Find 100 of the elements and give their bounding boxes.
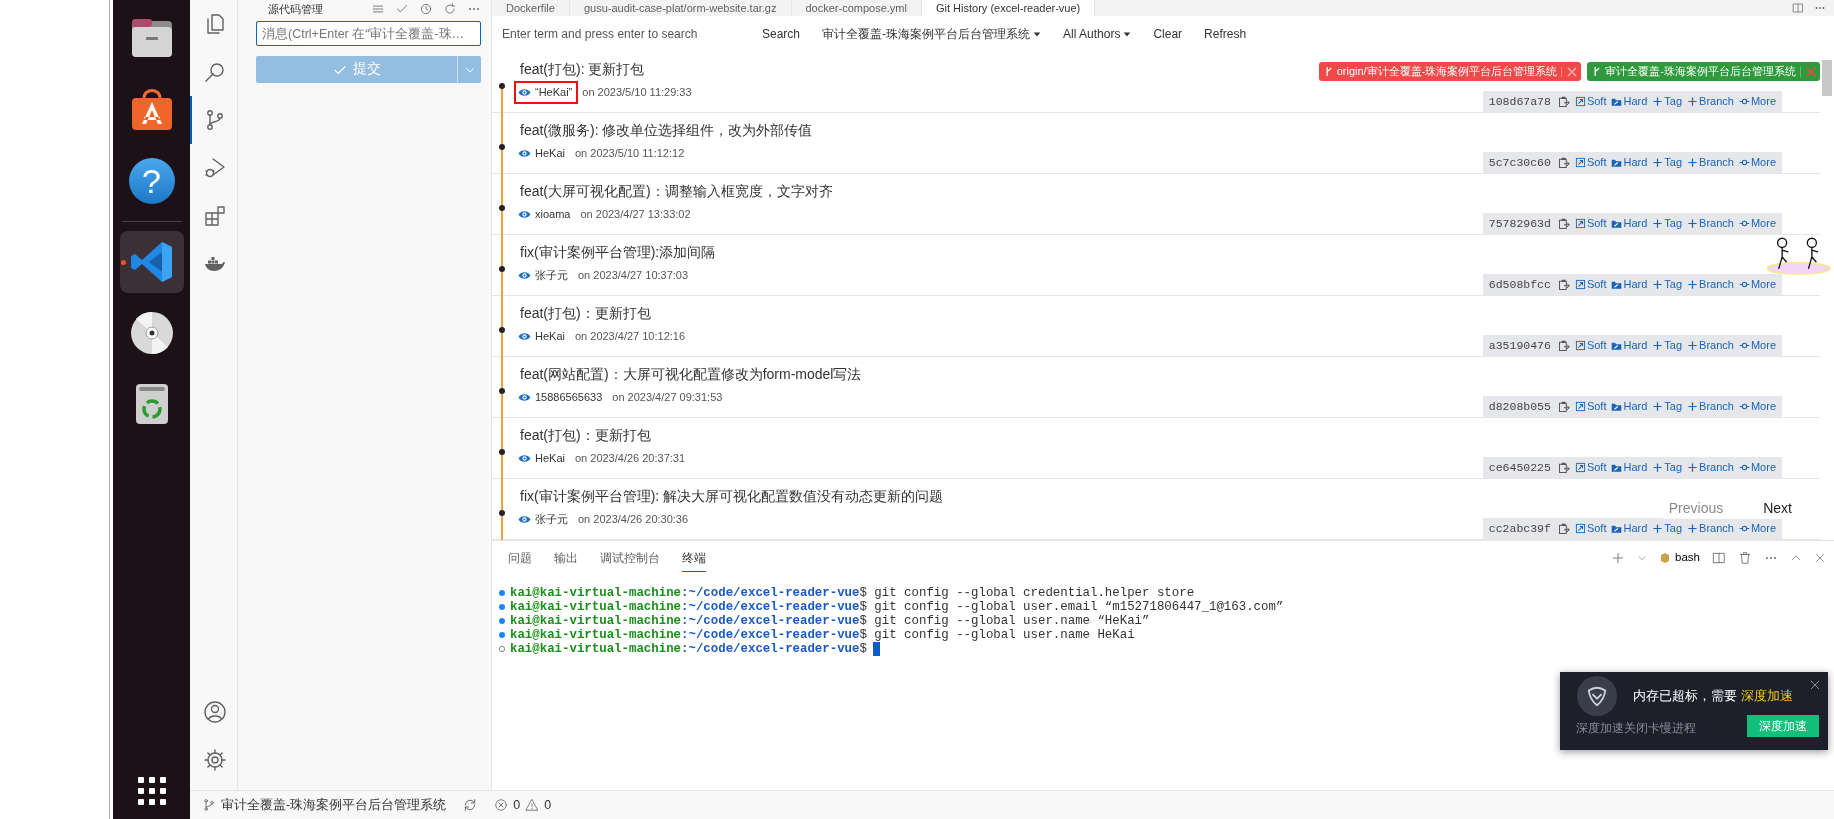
branch-icon	[202, 798, 216, 812]
terminal-line: kai@kai-virtual-machine:~/code/excel-reader-vue$ git config --global credential.helper store	[510, 586, 1195, 600]
action-link[interactable]: More	[1738, 337, 1776, 354]
action-link[interactable]: Tag	[1652, 398, 1683, 415]
action-link[interactable]: Soft	[1574, 215, 1607, 232]
toolbar-button[interactable]: Search	[762, 25, 801, 43]
plus-icon	[1652, 401, 1664, 412]
panel-tab[interactable]: 输出	[554, 543, 578, 573]
reset-soft-icon	[1574, 218, 1586, 229]
action-link[interactable]: Tag	[1652, 459, 1683, 476]
branch-icon	[1324, 66, 1333, 77]
caret-icon	[1033, 30, 1042, 38]
shell-button[interactable]: bash	[1659, 549, 1700, 567]
action-link[interactable]: Hard	[1611, 337, 1648, 354]
panel-tab[interactable]: 终端	[682, 543, 706, 573]
dropdown-button[interactable]: 审计全覆盖-珠海案例平台后台管理系统	[822, 25, 1042, 43]
action-link[interactable]: Hard	[1611, 154, 1648, 171]
trash-icon[interactable]	[1738, 551, 1752, 565]
history-icon[interactable]	[419, 2, 433, 16]
action-link[interactable]: Soft	[1574, 398, 1607, 415]
editor-tab[interactable]: Git History (excel-reader-vue)	[922, 0, 1096, 16]
commit-icon	[1738, 279, 1750, 290]
action-link[interactable]: Hard	[1611, 215, 1648, 232]
copy-icon[interactable]	[1557, 400, 1570, 413]
action-link[interactable]: More	[1738, 154, 1776, 171]
action-link[interactable]: Branch	[1687, 398, 1734, 415]
action-link[interactable]: Soft	[1574, 154, 1607, 171]
action-link[interactable]: More	[1738, 459, 1776, 476]
action-link[interactable]: Hard	[1611, 459, 1648, 476]
copy-icon[interactable]	[1557, 156, 1570, 169]
commit-icon	[1738, 157, 1750, 168]
branch-button[interactable]: 审计全覆盖-珠海案例平台后台管理系统	[202, 795, 447, 815]
close-icon[interactable]	[1810, 680, 1820, 690]
commit-date: on 2023/4/26 20:37:31	[574, 451, 686, 466]
next-button[interactable]: Next	[1763, 498, 1792, 519]
split-icon[interactable]	[1712, 551, 1726, 565]
action-link[interactable]: Tag	[1652, 154, 1683, 171]
action-link[interactable]: Tag	[1652, 276, 1683, 293]
action-link[interactable]: Branch	[1687, 154, 1734, 171]
toolbar-button[interactable]: Refresh	[1204, 25, 1247, 43]
action-link[interactable]: Branch	[1687, 93, 1734, 110]
commit-date: on 2023/5/10 11:12:12	[574, 146, 685, 161]
panel-title: 源代码管理	[268, 1, 323, 17]
action-link[interactable]: Branch	[1687, 459, 1734, 476]
problems-button[interactable]: 0 0	[494, 795, 552, 815]
copy-icon[interactable]	[1557, 95, 1570, 108]
search-field[interactable]: Enter term and press enter to search	[500, 24, 740, 44]
panel-tab[interactable]: 调试控制台	[600, 543, 660, 573]
check-icon[interactable]	[395, 2, 409, 16]
copy-icon[interactable]	[1557, 522, 1570, 535]
plus-icon	[1652, 279, 1664, 290]
action-link[interactable]: Soft	[1574, 459, 1607, 476]
action-link[interactable]: More	[1738, 276, 1776, 293]
copy-icon[interactable]	[1557, 278, 1570, 291]
dock-launcher[interactable]	[119, 231, 184, 293]
action-link[interactable]: Branch	[1687, 215, 1734, 232]
branch-label: 审计全覆盖-珠海案例平台后台管理系统	[1605, 64, 1796, 80]
action-link[interactable]: More	[1738, 398, 1776, 415]
commit-hash: 75782963d	[1488, 215, 1551, 232]
close-icon[interactable]	[1814, 552, 1826, 564]
action-link[interactable]: Hard	[1611, 398, 1648, 415]
toolbar-button[interactable]: Clear	[1153, 25, 1183, 43]
folder-icon	[1611, 340, 1623, 351]
commit-hash: cc2abc39f	[1488, 520, 1551, 537]
action-link[interactable]: Soft	[1574, 93, 1607, 110]
action-link[interactable]: More	[1738, 520, 1776, 537]
action-link[interactable]: Tag	[1652, 215, 1683, 232]
message-field[interactable]: 消息(Ctrl+Enter 在“审计全覆盖-珠…	[256, 21, 481, 46]
action-link[interactable]: Branch	[1687, 520, 1734, 537]
status-dot	[498, 603, 506, 611]
dropdown-button[interactable]: All Authors	[1063, 25, 1132, 43]
action-link[interactable]: Hard	[1611, 276, 1648, 293]
plus-icon	[1687, 96, 1699, 107]
scrollbar-thumb[interactable]	[1822, 60, 1832, 96]
action-link[interactable]: Branch	[1687, 276, 1734, 293]
action-link[interactable]: More	[1738, 215, 1776, 232]
run-debug-icon	[202, 156, 227, 180]
app-grid-icon[interactable]	[137, 777, 166, 805]
action-link[interactable]: Branch	[1687, 337, 1734, 354]
action-link[interactable]: More	[1738, 93, 1776, 110]
reset-soft-icon	[1574, 523, 1586, 534]
action-link[interactable]: Hard	[1611, 93, 1648, 110]
action-link[interactable]: Tag	[1652, 520, 1683, 537]
split-editor-icon[interactable]	[1792, 2, 1804, 14]
refresh-icon[interactable]	[443, 2, 457, 16]
action-link[interactable]: Hard	[1611, 520, 1648, 537]
copy-icon[interactable]	[1557, 339, 1570, 352]
plus-icon	[1687, 340, 1699, 351]
action-link[interactable]: Soft	[1574, 520, 1607, 537]
panel-tab[interactable]: 问题	[508, 543, 532, 573]
action-link[interactable]: Soft	[1574, 276, 1607, 293]
commit-icon	[1738, 340, 1750, 351]
plus-icon	[1652, 340, 1664, 351]
action-link[interactable]: Tag	[1652, 337, 1683, 354]
action-link[interactable]: Tag	[1652, 93, 1683, 110]
copy-icon[interactable]	[1557, 217, 1570, 230]
action-link[interactable]: Soft	[1574, 337, 1607, 354]
dock-launcher[interactable]: ?	[119, 150, 184, 212]
commit-hash: 6d508bfcc	[1488, 276, 1551, 293]
copy-icon[interactable]	[1557, 461, 1570, 474]
